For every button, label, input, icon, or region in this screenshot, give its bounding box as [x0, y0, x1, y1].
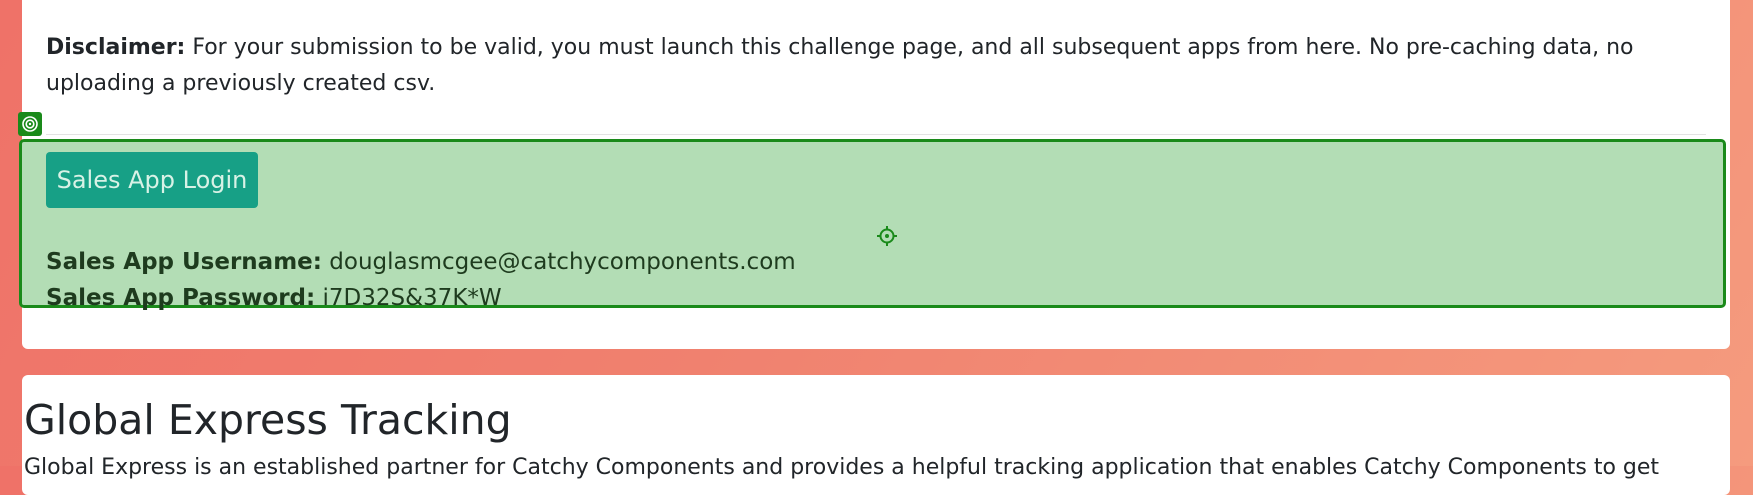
username-value: douglasmcgee@catchycomponents.com	[321, 249, 796, 275]
disclaimer-body: For your submission to be valid, you mus…	[46, 35, 1634, 96]
sales-app-password: Sales App Password: i7D32S&37K*W	[46, 280, 502, 316]
divider	[46, 134, 1706, 135]
password-value: i7D32S&37K*W	[315, 285, 502, 311]
sales-app-username: Sales App Username: douglasmcgee@catchyc…	[46, 244, 796, 280]
disclaimer-label: Disclaimer:	[46, 35, 186, 60]
target-icon	[18, 112, 42, 136]
password-label: Sales App Password:	[46, 285, 316, 311]
sales-app-login-button[interactable]: Sales App Login	[46, 152, 258, 208]
disclaimer-text: Disclaimer: For your submission to be va…	[46, 30, 1706, 102]
section-intro: Global Express is an established partner…	[24, 455, 1660, 480]
challenge-card: Disclaimer: For your submission to be va…	[18, 0, 1730, 349]
crosshair-icon	[876, 225, 898, 247]
section-title: Global Express Tracking	[24, 396, 512, 444]
username-label: Sales App Username:	[46, 249, 322, 275]
